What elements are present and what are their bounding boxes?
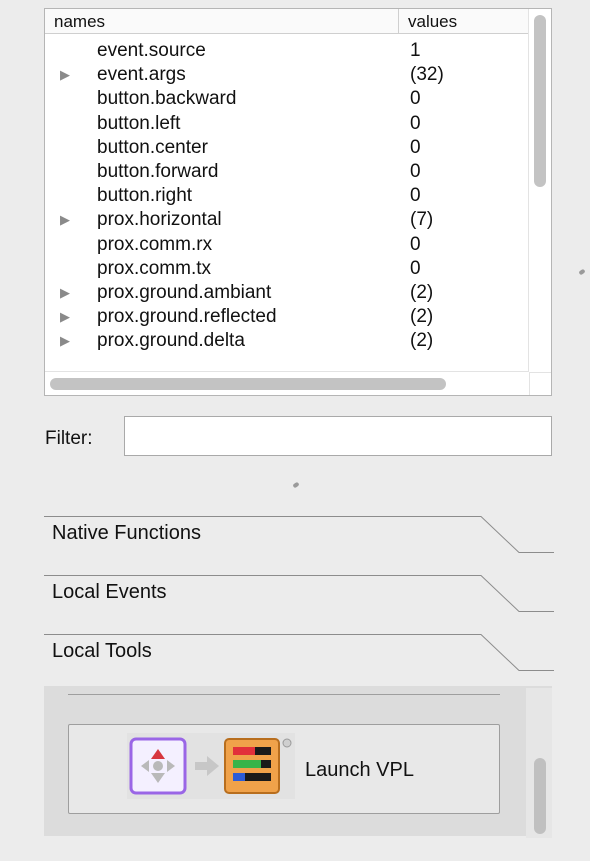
section-native-functions[interactable]: Native Functions <box>52 522 201 545</box>
vertical-scrollbar[interactable] <box>528 9 551 371</box>
expand-triangle-icon[interactable]: ▶ <box>60 281 70 305</box>
table-row[interactable]: ▶ prox.horizontal (7) <box>45 208 529 232</box>
variable-value: 0 <box>410 160 421 182</box>
section-local-events[interactable]: Local Events <box>52 581 167 604</box>
horizontal-scrollbar[interactable] <box>45 371 529 395</box>
table-row[interactable]: button.left 0 <box>45 112 529 136</box>
variable-value: 0 <box>410 185 421 207</box>
table-row[interactable]: button.forward 0 <box>45 160 529 184</box>
scrollbar-thumb[interactable] <box>50 378 446 390</box>
vpl-icon-group <box>127 733 295 799</box>
variable-name: event.source <box>97 40 206 61</box>
variable-value: 0 <box>410 88 421 110</box>
scrollbar-thumb[interactable] <box>534 15 546 187</box>
table-row[interactable]: ▶ event.args (32) <box>45 63 529 87</box>
variable-name: prox.horizontal <box>97 209 222 231</box>
variable-name: prox.ground.reflected <box>97 306 277 328</box>
table-header: names values <box>45 9 529 34</box>
table-row[interactable]: event.source 1 <box>45 39 529 63</box>
variable-value: (2) <box>410 281 434 303</box>
table-row[interactable]: ▶ prox.ground.delta (2) <box>45 329 529 353</box>
splitter-handle-icon[interactable] <box>292 481 300 489</box>
expand-triangle-icon[interactable]: ▶ <box>60 329 70 353</box>
variable-value: (7) <box>410 209 434 231</box>
arrow-right-icon <box>195 756 219 776</box>
thymio-buttons-icon <box>129 737 187 795</box>
variable-name: button.center <box>97 136 208 158</box>
thymio-colors-icon <box>224 738 292 794</box>
variable-name: button.backward <box>97 88 237 110</box>
resize-grip-icon[interactable] <box>578 268 586 276</box>
table-row[interactable]: ▶ prox.ground.ambiant (2) <box>45 281 529 305</box>
variable-name: prox.ground.delta <box>97 330 245 352</box>
table-row[interactable]: ▶ prox.ground.reflected (2) <box>45 305 529 329</box>
launch-vpl-button[interactable]: Launch VPL <box>68 724 500 814</box>
variable-name: prox.comm.rx <box>97 233 213 255</box>
divider <box>68 694 500 695</box>
variable-value: 1 <box>410 40 421 61</box>
filter-input[interactable] <box>124 416 552 456</box>
variable-value: (2) <box>410 306 434 328</box>
column-header-values[interactable]: values <box>408 12 457 32</box>
variable-value: 0 <box>410 136 421 158</box>
scroll-corner <box>529 372 551 395</box>
variable-name: prox.ground.ambiant <box>97 281 272 303</box>
launch-vpl-label: Launch VPL <box>305 759 414 781</box>
table-row[interactable]: button.center 0 <box>45 136 529 160</box>
table-row[interactable]: prox.comm.rx 0 <box>45 233 529 257</box>
expand-triangle-icon[interactable]: ▶ <box>60 208 70 232</box>
section-local-tools[interactable]: Local Tools <box>52 640 152 663</box>
variable-value: 0 <box>410 257 421 279</box>
variable-name: button.left <box>97 112 181 134</box>
table-row[interactable]: button.backward 0 <box>45 87 529 111</box>
variable-value: (32) <box>410 64 444 86</box>
variable-name: prox.comm.tx <box>97 257 212 279</box>
scrollbar-thumb[interactable] <box>534 758 546 834</box>
variable-value: 0 <box>410 233 421 255</box>
variable-value: 0 <box>410 112 421 134</box>
tools-vertical-scrollbar[interactable] <box>526 688 552 838</box>
variable-name: button.forward <box>97 160 219 182</box>
filter-label: Filter: <box>45 428 93 449</box>
expand-triangle-icon[interactable]: ▶ <box>60 63 70 87</box>
expand-triangle-icon[interactable]: ▶ <box>60 305 70 329</box>
table-row[interactable]: prox.comm.tx 0 <box>45 257 529 281</box>
table-row[interactable]: button.right 0 <box>45 184 529 208</box>
variable-name: event.args <box>97 64 186 86</box>
variables-table[interactable]: names values event.source 1 ▶ event.args (3… <box>44 8 552 396</box>
variable-value: (2) <box>410 330 434 352</box>
column-separator <box>398 9 399 33</box>
column-header-names[interactable]: names <box>54 12 105 32</box>
variable-name: button.right <box>97 185 193 207</box>
table-body: event.source 1 ▶ event.args (32) button.bac… <box>45 39 529 371</box>
